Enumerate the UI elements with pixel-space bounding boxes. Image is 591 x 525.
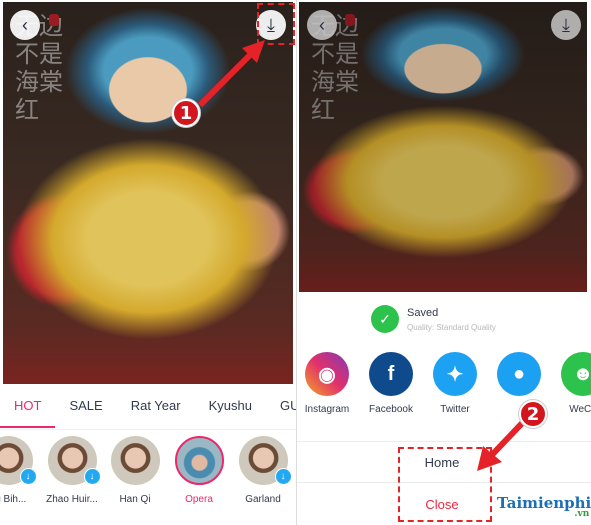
filter-name: ng Bih... bbox=[0, 494, 27, 505]
filter-name: Zhao Huir... bbox=[46, 494, 98, 505]
filter-item[interactable]: ↓ Zhao Huir... bbox=[40, 436, 104, 505]
share-facebook[interactable]: f Facebook bbox=[359, 352, 423, 415]
qq-icon: ● bbox=[497, 352, 541, 396]
seal-stamp bbox=[345, 14, 355, 26]
share-qq[interactable]: ● bbox=[487, 352, 551, 404]
filter-thumbnail: ↓ bbox=[47, 436, 101, 485]
filter-item[interactable]: ↓ ng Bih... bbox=[0, 436, 40, 505]
share-label: Facebook bbox=[369, 404, 413, 415]
tab-rat-year[interactable]: Rat Year bbox=[117, 388, 195, 429]
chevron-left-icon: ‹ bbox=[319, 14, 325, 35]
saved-quality: Quality: Standard Quality bbox=[407, 322, 496, 332]
filter-list: ↓ ng Bih... ↓ Zhao Huir... Han Qi Opera … bbox=[0, 436, 296, 516]
category-tabs: HOT SALE Rat Year Kyushu GUOSE bbox=[0, 388, 296, 430]
share-label: Instagram bbox=[304, 404, 350, 415]
filter-thumbnail bbox=[174, 436, 224, 485]
download-icon: ↓ bbox=[274, 468, 292, 485]
wechat-icon: ☻ bbox=[561, 352, 591, 396]
share-label: WeCh bbox=[569, 404, 591, 415]
seal-stamp bbox=[49, 14, 59, 26]
download-icon: ⤓ bbox=[562, 14, 570, 35]
filter-thumbnail bbox=[110, 436, 160, 485]
filter-item-selected[interactable]: Opera bbox=[167, 436, 231, 505]
saved-title: Saved bbox=[407, 306, 439, 319]
watermark-tld: .vn bbox=[574, 509, 590, 519]
filter-name: Han Qi bbox=[119, 494, 151, 505]
back-button[interactable]: ‹ bbox=[307, 10, 337, 40]
filter-item[interactable]: Han Qi bbox=[103, 436, 167, 505]
step-marker-2: 2 bbox=[519, 400, 547, 428]
filter-name: Garland bbox=[245, 494, 281, 505]
share-twitter[interactable]: ✦ Twitter bbox=[423, 352, 487, 415]
filter-name: Opera bbox=[185, 494, 213, 505]
divider bbox=[297, 441, 591, 442]
tab-guose[interactable]: GUOSE bbox=[266, 388, 296, 429]
share-targets: ◉ Instagram f Facebook ✦ Twitter ● ☻ WeC… bbox=[305, 352, 591, 422]
download-icon: ↓ bbox=[19, 468, 37, 485]
twitter-icon: ✦ bbox=[433, 352, 477, 396]
step-marker-1: 1 bbox=[172, 99, 200, 127]
watermark-logo: Taimienphi .vn bbox=[497, 494, 591, 519]
download-icon: ↓ bbox=[83, 468, 101, 485]
left-screen: 无边不是海棠红 ‹ ⤓ 1 HOT SALE Rat Year Kyushu G… bbox=[0, 0, 296, 525]
right-screen: 无边不是海棠红 ‹ ⤓ ✓ Saved Quality: Standard Qu… bbox=[296, 0, 591, 525]
chevron-left-icon: ‹ bbox=[22, 14, 28, 35]
share-wechat[interactable]: ☻ WeCh bbox=[551, 352, 591, 415]
filter-thumbnail: ↓ bbox=[0, 436, 37, 485]
filter-item[interactable]: ↓ Garland bbox=[231, 436, 295, 505]
arrow-to-download bbox=[197, 40, 265, 108]
instagram-icon: ◉ bbox=[305, 352, 349, 396]
tab-hot[interactable]: HOT bbox=[0, 388, 56, 429]
facebook-icon: f bbox=[369, 352, 413, 396]
photo-preview-dimmed: 无边不是海棠红 bbox=[299, 2, 587, 292]
filter-thumbnail: ↓ bbox=[238, 436, 292, 485]
share-instagram[interactable]: ◉ Instagram bbox=[297, 352, 359, 415]
tab-kyushu[interactable]: Kyushu bbox=[195, 388, 266, 429]
download-button[interactable]: ⤓ bbox=[551, 10, 581, 40]
saved-status: ✓ Saved Quality: Standard Quality bbox=[371, 305, 496, 333]
check-icon: ✓ bbox=[371, 305, 399, 333]
back-button[interactable]: ‹ bbox=[10, 10, 40, 40]
download-highlight-box bbox=[257, 3, 295, 45]
tab-sale[interactable]: SALE bbox=[55, 388, 116, 429]
